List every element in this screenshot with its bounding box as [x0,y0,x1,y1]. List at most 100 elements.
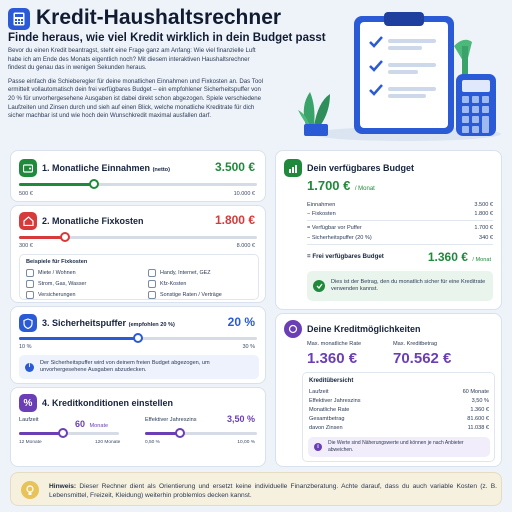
note-text: Die Werte sind Näherungswerte und können… [328,440,464,453]
term-value: 60 [75,419,86,429]
term-slider-fill [19,432,64,435]
check-shield-icon [313,280,325,292]
fixed-slider[interactable] [19,232,257,242]
car-icon [148,280,156,288]
hint-bar: Hinweis: Dieser Rechner dient als Orient… [10,472,502,506]
card-number: 4. [42,398,50,408]
max-amount-label: Max. Kreditbetrag [393,341,438,347]
overview-row-label: Gesamtbetrag [309,416,345,422]
fixed-example-label: Kfz-Kosten [160,281,187,287]
budget-row-label: Einnahmen [307,202,336,208]
term-min: 12 Monate [19,440,42,445]
max-rate-label: Max. monatliche Rate [307,341,362,347]
bolt-icon [26,280,34,288]
fixed-example-label: Strom, Gas, Wasser [38,281,87,287]
fixed-example-label: Versicherungen [38,292,76,298]
fixed-example-item: Strom, Gas, Wasser [26,280,148,288]
fixed-examples-box: Beispiele für Fixkosten Miete / Wohnen H… [19,254,259,300]
shield-icon [19,314,37,332]
budget-row: − Fixkosten 1.800 € [307,211,493,217]
coins-icon [284,320,302,338]
calculator-icon [8,8,30,30]
rate-slider[interactable] [145,428,257,438]
overview-title: Kreditübersicht [309,378,354,384]
term-unit: Monate [89,423,109,429]
fixed-example-item: Miete / Wohnen [26,269,148,277]
budget-row-label: − Fixkosten [307,211,336,217]
income-slider[interactable] [19,179,257,189]
budget-row: Einnahmen 3.500 € [307,202,493,208]
budget-value: 1.700 € [307,178,351,193]
home-icon [26,269,34,277]
fixed-min: 300 € [19,243,33,249]
income-slider-handle[interactable] [89,179,100,189]
term-max: 120 Monate [95,440,121,445]
buffer-min: 10 % [19,344,32,350]
income-slider-fill [19,183,95,186]
budget-row-value: 340 € [479,235,493,241]
info-icon: i [25,362,34,372]
rate-min: 0,50 % [145,440,160,445]
overview-row-label: Monatliche Rate [309,407,350,413]
card-number: 2. [42,216,50,226]
buffer-slider-fill [19,337,138,340]
free-budget-label: = Frei verfügbares Budget [307,253,384,260]
income-label: Monatliche Einnahmen [52,163,151,173]
info-icon: i [314,443,322,451]
intro-text: Bevor du einen Kredit beantragst, steht … [8,47,266,126]
max-rate-value: 1.360 € [307,350,358,367]
credit-label: Kreditkonditionen einstellen [52,398,174,408]
rate-slider-handle[interactable] [175,428,186,438]
income-card: 1. Monatliche Einnahmen (netto) 3.500 € … [10,150,266,202]
fixed-slider-fill [19,236,66,239]
credit-conditions-card: % 4. Kreditkonditionen einstellen Laufze… [10,387,266,467]
fixed-example-label: Miete / Wohnen [38,270,76,276]
rate-max: 10,00 % [237,440,255,445]
budget-row-value: 3.500 € [474,202,493,208]
free-budget-unit: / Monat [472,257,491,263]
term-slider[interactable] [19,428,119,438]
card-number: 3. [42,318,50,328]
phone-icon [148,269,156,277]
budget-info-box: Dies ist der Betrag, den du monatlich si… [307,271,493,301]
buffer-info-text: Der Sicherheitspuffer wird von deinem fr… [40,359,210,374]
percent-icon: % [19,394,37,412]
chart-icon [284,159,302,177]
overview-row-label: Laufzeit [309,389,329,395]
lightbulb-icon [21,481,39,499]
rate-value: 3,50 % [226,414,255,424]
overview-row-label: davon Zinsen [309,425,343,431]
page-title: Kredit-Haushaltsrechner [36,6,282,29]
term-slider-handle[interactable] [58,428,69,438]
possibilities-title: Deine Kreditmöglichkeiten [307,324,421,334]
fixed-example-label: Sonstige Raten / Verträge [160,292,222,298]
income-max: 10.000 € [233,191,255,197]
overview-row-value: 81.600 € [467,416,489,422]
budget-row-value: 1.800 € [474,211,493,217]
buffer-slider[interactable] [19,333,257,343]
intro-paragraph: Passe einfach die Schieberegler für dein… [8,77,263,120]
fixed-example-item: Kfz-Kosten [148,280,258,288]
fixed-label: Monatliche Fixkosten [52,216,144,226]
fixed-value: 1.800 € [214,213,255,227]
budget-row-label: − Sicherheitspuffer (20 %) [307,235,372,241]
rate-label: Effektiver Jahreszins [145,417,197,423]
hint-label: Hinweis: [49,483,77,490]
fixed-slider-handle[interactable] [60,232,71,242]
budget-row-value: 1.700 € [474,225,493,231]
fixed-example-item: Handy, Internet, GEZ [148,269,258,277]
intro-paragraph: Bevor du einen Kredit beantragst, steht … [8,47,256,72]
buffer-slider-handle[interactable] [133,333,143,343]
fixed-examples-title: Beispiele für Fixkosten [26,259,88,265]
card-number: 1. [42,163,50,173]
overview-row-value: 3,50 % [471,398,489,404]
divider [307,244,493,245]
overview-row-value: 60 Monate [462,389,489,395]
wallet-icon [19,159,37,177]
budget-unit: / Monat [354,186,375,192]
income-value: 3.500 € [214,160,255,174]
possibilities-card: Deine Kreditmöglichkeiten Max. monatlich… [275,313,502,467]
overview-row-value: 11.038 € [467,425,489,431]
budget-row: = Verfügbar vor Puffer 1.700 € [307,225,493,231]
budget-card: Dein verfügbares Budget 1.700 € / Monat … [275,150,502,310]
